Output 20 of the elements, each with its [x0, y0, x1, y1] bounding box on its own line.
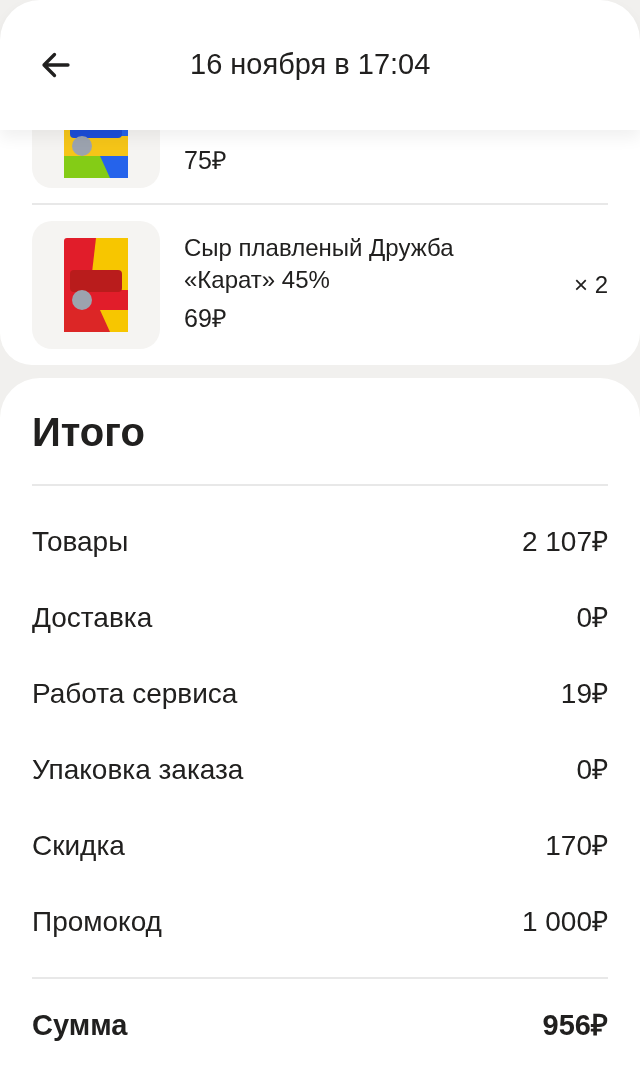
summary-label: Работа сервиса [32, 677, 238, 711]
product-name: Сыр плавленый Дружба «Карат» 45% [184, 233, 455, 296]
summary-label: Упаковка заказа [32, 753, 244, 787]
total-label: Сумма [32, 1008, 128, 1044]
total-value: 956₽ [542, 1008, 608, 1044]
summary-value: 1 000₽ [521, 905, 608, 939]
summary-value: 2 107₽ [521, 525, 608, 559]
summary-value: 0₽ [576, 753, 608, 787]
summary-label: Доставка [32, 601, 153, 635]
header-title: 16 ноября в 17:04 [190, 47, 431, 83]
product-price: 69₽ [184, 303, 228, 335]
summary-title: Итого [32, 409, 146, 456]
summary-value: 170₽ [545, 829, 608, 863]
product-quantity: × 2 [573, 270, 608, 300]
summary-label: Товары [32, 525, 129, 559]
summary-label: Скидка [32, 829, 125, 863]
summary-value: 0₽ [576, 601, 608, 635]
product-price: 75₽ [184, 145, 227, 176]
summary-value: 19₽ [560, 677, 608, 711]
summary-label: Промокод [32, 905, 162, 939]
